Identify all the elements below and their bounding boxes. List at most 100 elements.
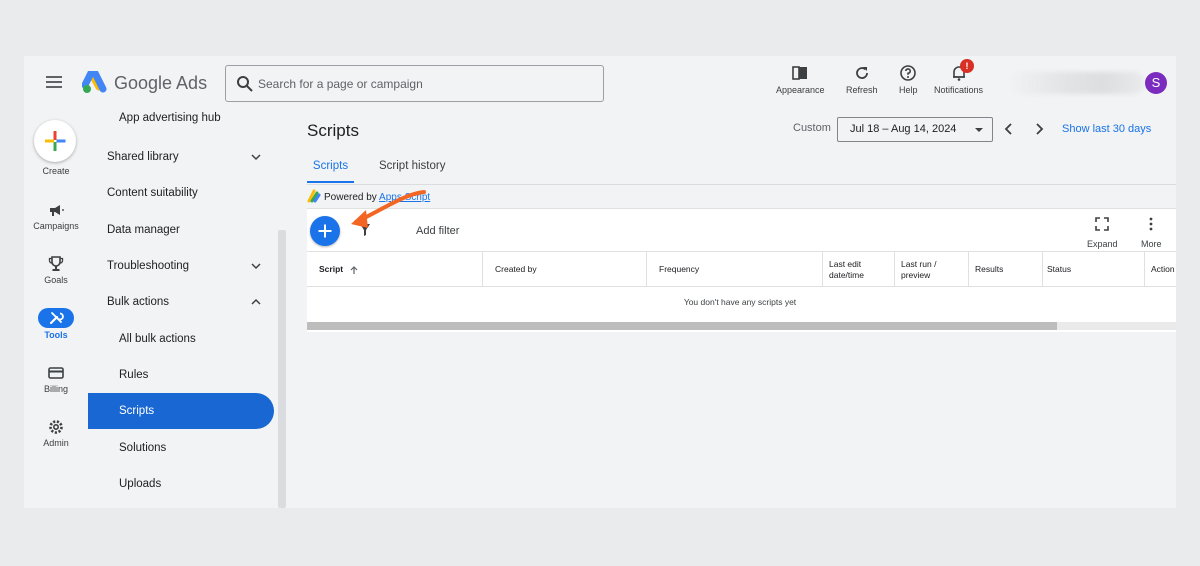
trophy-icon [48,256,64,271]
top-bar: Google Ads Appearance Refresh [24,56,1176,112]
plus-icon [45,131,66,151]
help-label: Help [899,85,918,95]
rail-campaigns[interactable]: Campaigns [24,201,88,231]
nav-item-label: Troubleshooting [107,260,190,272]
nav-item-shared-library[interactable]: Shared library [88,139,274,175]
nav-item-all-bulk-actions[interactable]: All bulk actions [88,321,274,357]
chevron-down-icon [251,263,261,270]
column-label: Last edit date/time [829,258,864,280]
nav-item-bulk-actions[interactable]: Bulk actions [88,284,274,320]
sort-ascending-icon [350,265,358,274]
column-header-results[interactable]: Results [969,252,1043,287]
tab-scripts[interactable]: Scripts [307,152,354,183]
credit-card-icon [48,367,64,379]
rail-tools[interactable]: Tools [24,308,88,340]
notifications-button[interactable]: ! Notifications [934,59,984,95]
table-header: Script Created by Frequency Last edit da… [307,251,1176,287]
nav-item-label: Solutions [119,442,167,454]
nav-item-data-manager[interactable]: Data manager [88,212,274,248]
empty-state-message: You don't have any scripts yet [683,297,797,307]
nav-item-label: Uploads [119,478,162,490]
nav-item-solutions[interactable]: Solutions [88,430,274,466]
expand-icon [1095,217,1110,231]
nav-item-uploads[interactable]: Uploads [88,466,274,502]
appearance-icon [792,66,808,80]
column-header-script[interactable]: Script [307,252,483,287]
appearance-label: Appearance [776,85,825,95]
tab-label: Scripts [312,160,349,172]
chevron-right-icon[interactable] [1031,121,1047,137]
nav-item-troubleshooting[interactable]: Troubleshooting [88,248,274,284]
chevron-left-icon[interactable] [1001,121,1017,137]
nav-item-label: Bulk actions [107,296,170,308]
app-window: Google Ads Appearance Refresh [24,56,1176,508]
account-name-blurred [1009,72,1144,94]
search-input[interactable] [258,74,588,94]
column-header-action[interactable]: Action [1145,252,1176,287]
hamburger-menu-icon[interactable] [46,76,62,90]
search-icon [237,76,253,92]
column-header-last-edit[interactable]: Last edit date/time [823,252,895,287]
create-label: Create [42,166,70,176]
expand-button[interactable]: Expand [1087,217,1118,249]
rail-create[interactable]: Create [24,164,88,176]
nav-item-label: App advertising hub [119,112,221,124]
page-title: Scripts [307,121,359,140]
left-rail: Create Campaigns Goals Tools Billing Adm… [24,112,88,508]
column-label: Frequency [659,264,700,275]
column-header-status[interactable]: Status [1043,252,1145,287]
help-icon [900,65,917,81]
search-box[interactable] [225,65,604,102]
chevron-up-icon [251,298,261,305]
nav-item-label: Rules [119,369,149,381]
main-content: Scripts Custom Jul 18 – Aug 14, 2024 Sho… [288,112,1176,508]
column-label: Status [1047,264,1072,275]
gear-icon [49,420,63,434]
column-label: Script [319,264,344,275]
rail-admin[interactable]: Admin [24,418,88,448]
appearance-button[interactable]: Appearance [776,64,825,95]
show-last-30-days-link[interactable]: Show last 30 days [1062,123,1151,135]
help-button[interactable]: Help [899,64,918,95]
date-range-value: Jul 18 – Aug 14, 2024 [850,123,957,135]
refresh-button[interactable]: Refresh [846,64,878,95]
rail-billing[interactable]: Billing [24,364,88,394]
custom-label: Custom [793,122,831,134]
nav-scrollbar[interactable] [278,230,286,508]
plus-icon [318,224,332,238]
tools-active-pill [38,308,74,328]
notification-badge: ! [960,59,974,73]
tools-nav-panel: App advertising hub Shared library Conte… [88,112,288,508]
date-range-select[interactable]: Jul 18 – Aug 14, 2024 [837,117,993,142]
campaigns-label: Campaigns [33,221,79,231]
nav-item-label: Scripts [119,405,155,417]
google-ads-logo-icon [82,71,107,93]
column-header-frequency[interactable]: Frequency [647,252,823,287]
more-vert-icon [1149,217,1153,231]
tab-label: Script history [379,160,446,172]
column-header-created-by[interactable]: Created by [483,252,647,287]
notifications-label: Notifications [934,85,984,95]
chevron-down-icon [251,154,261,161]
avatar[interactable]: S [1145,72,1167,94]
column-label: Results [975,264,1004,275]
add-script-button[interactable] [310,216,340,246]
nav-item-label: Data manager [107,224,180,236]
more-button[interactable]: More [1141,217,1162,249]
nav-item-rules[interactable]: Rules [88,357,274,393]
rail-goals[interactable]: Goals [24,255,88,285]
tools-icon [49,312,64,325]
dropdown-caret-icon [975,128,983,132]
brand-name: Google Ads [114,73,208,93]
create-button[interactable] [34,120,76,162]
nav-item-content-suitability[interactable]: Content suitability [88,175,274,211]
column-header-last-run[interactable]: Last run / preview [895,252,969,287]
tab-script-history[interactable]: Script history [379,152,445,183]
column-label: Last run / preview [901,258,937,280]
table-horizontal-scrollbar[interactable] [307,322,1176,330]
annotation-arrow-icon [351,190,426,228]
scrollbar-thumb[interactable] [307,322,1057,330]
nav-item-app-advertising-hub[interactable]: App advertising hub [88,112,274,128]
nav-item-scripts[interactable]: Scripts [88,393,274,429]
column-label: Action [1151,264,1175,275]
